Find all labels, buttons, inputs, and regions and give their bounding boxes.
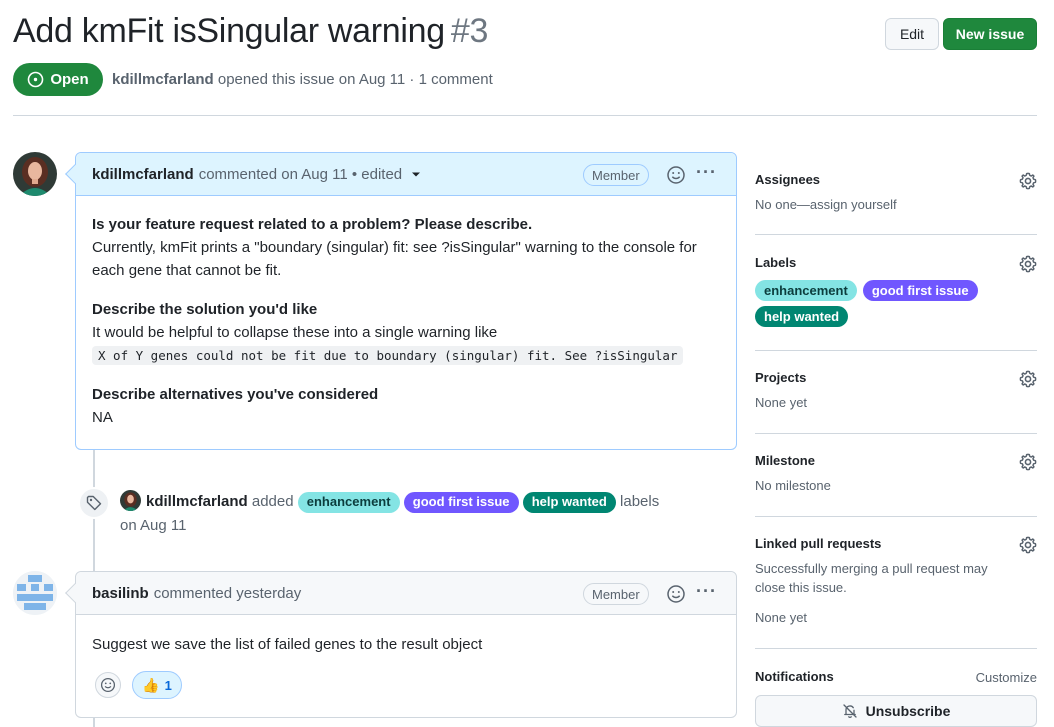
- section-heading: Is your feature request related to a pro…: [92, 216, 533, 233]
- event-verb: added: [251, 493, 294, 510]
- comment-card-2: basilinb commented yesterday Member ··· …: [65, 571, 737, 718]
- sidebar-divider: [755, 234, 1037, 235]
- add-reaction-icon[interactable]: [666, 584, 686, 604]
- comment-pointer: [65, 583, 85, 603]
- issue-meta: kdillmcfarland opened this issue on Aug …: [112, 71, 493, 88]
- sidebar-divider: [755, 350, 1037, 351]
- assign-yourself-link[interactable]: No one—assign yourself: [755, 195, 1037, 214]
- tag-icon: [86, 495, 102, 511]
- kebab-menu-icon[interactable]: ···: [696, 162, 717, 183]
- comment-section-1: Is your feature request related to a pro…: [92, 213, 720, 282]
- sidebar-milestone-value: No milestone: [755, 478, 831, 493]
- chevron-down-icon[interactable]: [410, 168, 422, 180]
- comment-body-1: Is your feature request related to a pro…: [76, 196, 736, 443]
- gear-icon[interactable]: [1019, 255, 1037, 273]
- header-divider: [13, 115, 1037, 116]
- sidebar-divider: [755, 516, 1037, 517]
- sidebar-labels: Labels enhancement good first issue help…: [755, 255, 1037, 333]
- sidebar-linked-prs-title: Linked pull requests: [755, 536, 882, 551]
- label-help-wanted[interactable]: help wanted: [522, 491, 616, 513]
- comment-header-1: kdillmcfarland commented on Aug 11 • edi…: [65, 153, 736, 196]
- sidebar-projects: Projects None yet: [755, 370, 1037, 414]
- sidebar-milestone: Milestone No milestone: [755, 453, 1037, 497]
- sidebar-projects-title: Projects: [755, 370, 807, 385]
- comment-meta[interactable]: commented on Aug 11 • edited: [199, 166, 402, 183]
- sidebar-label-list: enhancement good first issue help wanted: [755, 280, 995, 327]
- comment-body-2: Suggest we save the list of failed genes…: [76, 615, 736, 670]
- label-event: kdillmcfarland added enhancement good fi…: [120, 490, 720, 538]
- section-text: It would be helpful to collapse these in…: [92, 324, 498, 341]
- comment-section-3: Describe alternatives you've considered …: [92, 383, 720, 429]
- kebab-menu-icon[interactable]: ···: [696, 581, 717, 602]
- sidebar-linked-prs-description: Successfully merging a pull request may …: [755, 561, 988, 595]
- event-suffix: labels: [620, 493, 660, 510]
- gear-icon[interactable]: [1019, 536, 1037, 554]
- issue-title-text: Add kmFit isSingular warning: [13, 12, 445, 50]
- sidebar-linked-prs-value: None yet: [755, 610, 808, 625]
- label-enhancement[interactable]: enhancement: [755, 280, 857, 301]
- comment-section-2: Describe the solution you'd like It woul…: [92, 298, 720, 367]
- member-badge: Member: [583, 164, 649, 186]
- smiley-icon: [100, 677, 116, 693]
- unsubscribe-label: Unsubscribe: [865, 703, 951, 719]
- thumbs-up-icon: 👍: [142, 676, 160, 693]
- issue-author-link[interactable]: kdillmcfarland: [112, 71, 214, 88]
- event-date[interactable]: on Aug 11: [120, 517, 186, 534]
- sidebar-projects-value: None yet: [755, 395, 808, 410]
- tag-icon-badge: [78, 487, 110, 519]
- edit-button[interactable]: Edit: [885, 18, 939, 50]
- section-heading: Describe alternatives you've considered: [92, 386, 379, 403]
- gear-icon[interactable]: [1019, 172, 1037, 190]
- add-reaction-button[interactable]: [95, 672, 121, 698]
- gear-icon[interactable]: [1019, 453, 1037, 471]
- section-text: NA: [92, 409, 113, 426]
- comment-author-link[interactable]: basilinb: [92, 585, 149, 602]
- sidebar-notifications-title: Notifications: [755, 669, 834, 684]
- reaction-count: 1: [164, 677, 172, 693]
- issue-title: Add kmFit isSingular warning #3: [13, 12, 488, 51]
- sidebar-assignees: Assignees No one—assign yourself: [755, 172, 1037, 216]
- add-reaction-icon[interactable]: [666, 165, 686, 185]
- label-good-first-issue[interactable]: good first issue: [403, 491, 519, 513]
- gear-icon[interactable]: [1019, 370, 1037, 388]
- comment-meta[interactable]: commented yesterday: [154, 585, 302, 602]
- sidebar-divider: [755, 433, 1037, 434]
- sidebar-assignees-title: Assignees: [755, 172, 821, 187]
- label-good-first-issue[interactable]: good first issue: [862, 280, 978, 301]
- customize-link[interactable]: Customize: [976, 668, 1037, 687]
- sidebar-milestone-title: Milestone: [755, 453, 815, 468]
- label-help-wanted[interactable]: help wanted: [755, 306, 849, 327]
- avatar-basilinb[interactable]: [13, 571, 57, 615]
- comment-author-link[interactable]: kdillmcfarland: [92, 166, 194, 183]
- issue-number: #3: [450, 12, 489, 50]
- label-enhancement[interactable]: enhancement: [297, 491, 400, 513]
- sidebar-linked-prs: Linked pull requests Successfully mergin…: [755, 536, 1037, 630]
- comment-header-2: basilinb commented yesterday Member ···: [65, 572, 736, 615]
- inline-code: X of Y genes could not be fit due to bou…: [92, 346, 684, 365]
- comment-pointer: [65, 164, 85, 184]
- member-badge: Member: [583, 583, 649, 605]
- thumbs-up-reaction[interactable]: 👍 1: [132, 671, 182, 699]
- sidebar-notifications: Notifications Customize: [755, 668, 1037, 688]
- section-heading: Describe the solution you'd like: [92, 301, 318, 318]
- section-text: Currently, kmFit prints a "boundary (sin…: [92, 239, 697, 279]
- event-actor-link[interactable]: kdillmcfarland: [146, 493, 248, 510]
- issue-opened-text: opened this issue on Aug 11 · 1 comment: [217, 71, 493, 88]
- issue-open-icon: [28, 71, 44, 88]
- comment-text: Suggest we save the list of failed genes…: [92, 636, 483, 653]
- comment-card-1: kdillmcfarland commented on Aug 11 • edi…: [65, 152, 737, 450]
- sidebar-labels-title: Labels: [755, 255, 797, 270]
- sidebar-divider: [755, 648, 1037, 649]
- new-issue-button[interactable]: New issue: [943, 18, 1037, 50]
- issue-state-badge: Open: [13, 63, 103, 96]
- unsubscribe-button[interactable]: Unsubscribe: [755, 695, 1037, 727]
- avatar-kdillmcfarland-small[interactable]: [120, 490, 141, 511]
- bell-slash-icon: [842, 704, 857, 718]
- issue-state-label: Open: [50, 71, 89, 88]
- avatar-kdillmcfarland[interactable]: [13, 152, 57, 196]
